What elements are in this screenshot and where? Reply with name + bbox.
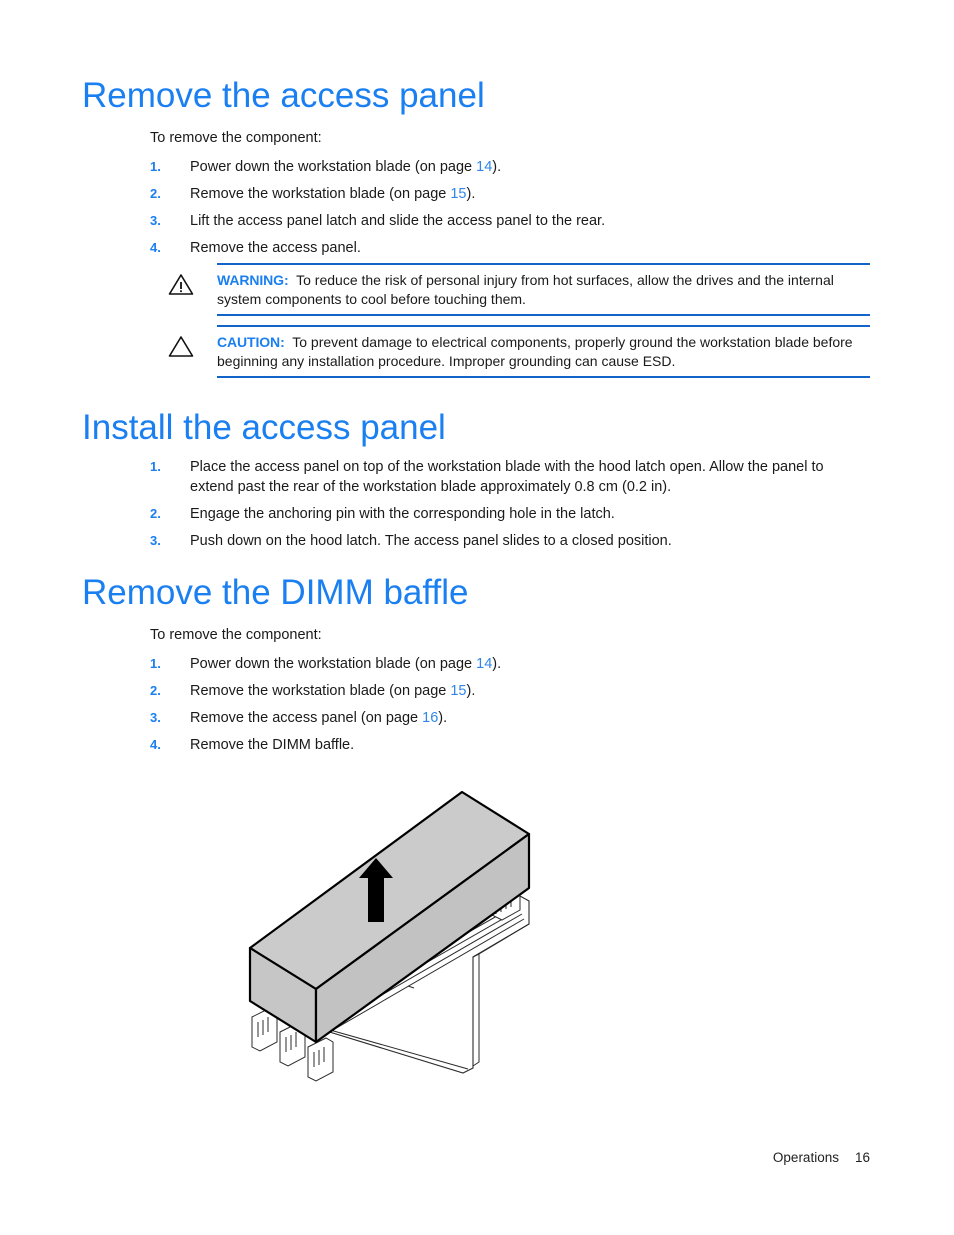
list-item: 1. Place the access panel on top of the … <box>150 457 868 497</box>
list-item-text: Remove the access panel. <box>190 238 890 258</box>
list-item-number: 1. <box>150 459 161 474</box>
list-item-text: Push down on the hood latch. The access … <box>190 531 868 551</box>
list-item-text: Power down the workstation blade (on pag… <box>190 654 890 674</box>
list-item-text: Remove the DIMM baffle. <box>190 735 890 755</box>
list-item: 4. Remove the DIMM baffle. <box>150 735 890 755</box>
list-item: 2. Remove the workstation blade (on page… <box>150 184 890 204</box>
notice-rule-bottom <box>217 376 870 378</box>
step-text-tail: ). <box>438 710 448 726</box>
warning-notice: WARNING: To reduce the risk of personal i… <box>168 263 870 316</box>
step-text-tail: ). <box>466 683 476 699</box>
step-text: Power down the workstation blade (on pag… <box>190 159 477 175</box>
page-link[interactable]: 14 <box>476 159 492 175</box>
step-text: Remove the workstation blade (on page <box>190 186 451 202</box>
list-item-number: 2. <box>150 506 161 521</box>
dimm-baffle-illustration <box>248 790 531 1082</box>
notice-label: WARNING: <box>217 272 289 288</box>
section-intro: To remove the component: <box>150 627 322 643</box>
notice-text: WARNING: To reduce the risk of personal i… <box>217 271 870 309</box>
list-item-number: 1. <box>150 656 161 671</box>
caution-triangle-icon <box>168 333 217 363</box>
list-item-number: 2. <box>150 683 161 698</box>
list-item-text: Remove the workstation blade (on page 15… <box>190 184 890 204</box>
step-text: Lift the access panel latch and slide th… <box>190 213 606 229</box>
list-item: 1. Power down the workstation blade (on … <box>150 654 890 674</box>
list-item: 4. Remove the access panel. <box>150 238 890 258</box>
list-item: 3. Lift the access panel latch and slide… <box>150 211 890 231</box>
list-item: 3. Remove the access panel (on page 16). <box>150 708 890 728</box>
ordered-list-remove-access-panel: 1. Power down the workstation blade (on … <box>150 157 890 265</box>
list-item-number: 3. <box>150 533 161 548</box>
list-item-text: Remove the workstation blade (on page 15… <box>190 681 890 701</box>
page-link[interactable]: 15 <box>450 683 466 699</box>
document-page: Remove the access panel To remove the co… <box>0 0 954 1235</box>
page-footer: Operations 16 <box>773 1150 870 1165</box>
step-text-tail: ). <box>492 656 502 672</box>
list-item-number: 4. <box>150 737 161 752</box>
notice-label: CAUTION: <box>217 334 285 350</box>
list-item-text: Remove the access panel (on page 16). <box>190 708 890 728</box>
list-item-text: Engage the anchoring pin with the corres… <box>190 504 868 524</box>
step-text: Remove the access panel. <box>190 240 361 256</box>
section-heading-remove-dimm-baffle: Remove the DIMM baffle <box>82 573 469 612</box>
step-text: Push down on the hood latch. The access … <box>190 533 672 549</box>
list-item-text: Lift the access panel latch and slide th… <box>190 211 890 231</box>
list-item: 2. Remove the workstation blade (on page… <box>150 681 890 701</box>
caution-notice: CAUTION: To prevent damage to electrical … <box>168 325 870 378</box>
warning-triangle-exclamation-icon <box>168 271 217 301</box>
notice-rule-bottom <box>217 314 870 316</box>
list-item: 1. Power down the workstation blade (on … <box>150 157 890 177</box>
list-item-text: Power down the workstation blade (on pag… <box>190 157 890 177</box>
section-heading-install-access-panel: Install the access panel <box>82 408 446 447</box>
list-item-number: 3. <box>150 710 161 725</box>
ordered-list-remove-dimm-baffle: 1. Power down the workstation blade (on … <box>150 654 890 762</box>
step-text: Remove the access panel (on page <box>190 710 423 726</box>
list-item-number: 4. <box>150 240 161 255</box>
ordered-list-install-access-panel: 1. Place the access panel on top of the … <box>150 457 868 558</box>
notice-text: CAUTION: To prevent damage to electrical … <box>217 333 870 371</box>
page-title: Remove the access panel <box>82 76 485 115</box>
list-item-number: 1. <box>150 159 161 174</box>
list-item-text: Place the access panel on top of the wor… <box>190 457 868 497</box>
list-item-number: 3. <box>150 213 161 228</box>
step-text: Power down the workstation blade (on pag… <box>190 656 477 672</box>
step-text-tail: ). <box>466 186 476 202</box>
notice-body: WARNING: To reduce the risk of personal i… <box>168 265 870 314</box>
step-text: Remove the workstation blade (on page <box>190 683 451 699</box>
notice-message: To reduce the risk of personal injury fr… <box>217 272 834 307</box>
footer-section-name: Operations <box>772 1150 839 1165</box>
footer-page-number: 16 <box>854 1150 870 1165</box>
step-text: Remove the DIMM baffle. <box>190 737 355 753</box>
step-text-tail: ). <box>492 159 502 175</box>
dimm-baffle-figure <box>230 770 560 1100</box>
list-item-number: 2. <box>150 186 161 201</box>
page-link[interactable]: 15 <box>450 186 466 202</box>
list-item: 2. Engage the anchoring pin with the cor… <box>150 504 868 524</box>
step-text: Place the access panel on top of the wor… <box>190 459 824 495</box>
list-item: 3. Push down on the hood latch. The acce… <box>150 531 868 551</box>
page-link[interactable]: 14 <box>476 656 492 672</box>
notice-message: To prevent damage to electrical componen… <box>217 334 853 369</box>
step-text: Engage the anchoring pin with the corres… <box>190 506 615 522</box>
page-link[interactable]: 16 <box>422 710 438 726</box>
section-intro: To remove the component: <box>150 130 322 146</box>
notice-body: CAUTION: To prevent damage to electrical … <box>168 327 870 376</box>
